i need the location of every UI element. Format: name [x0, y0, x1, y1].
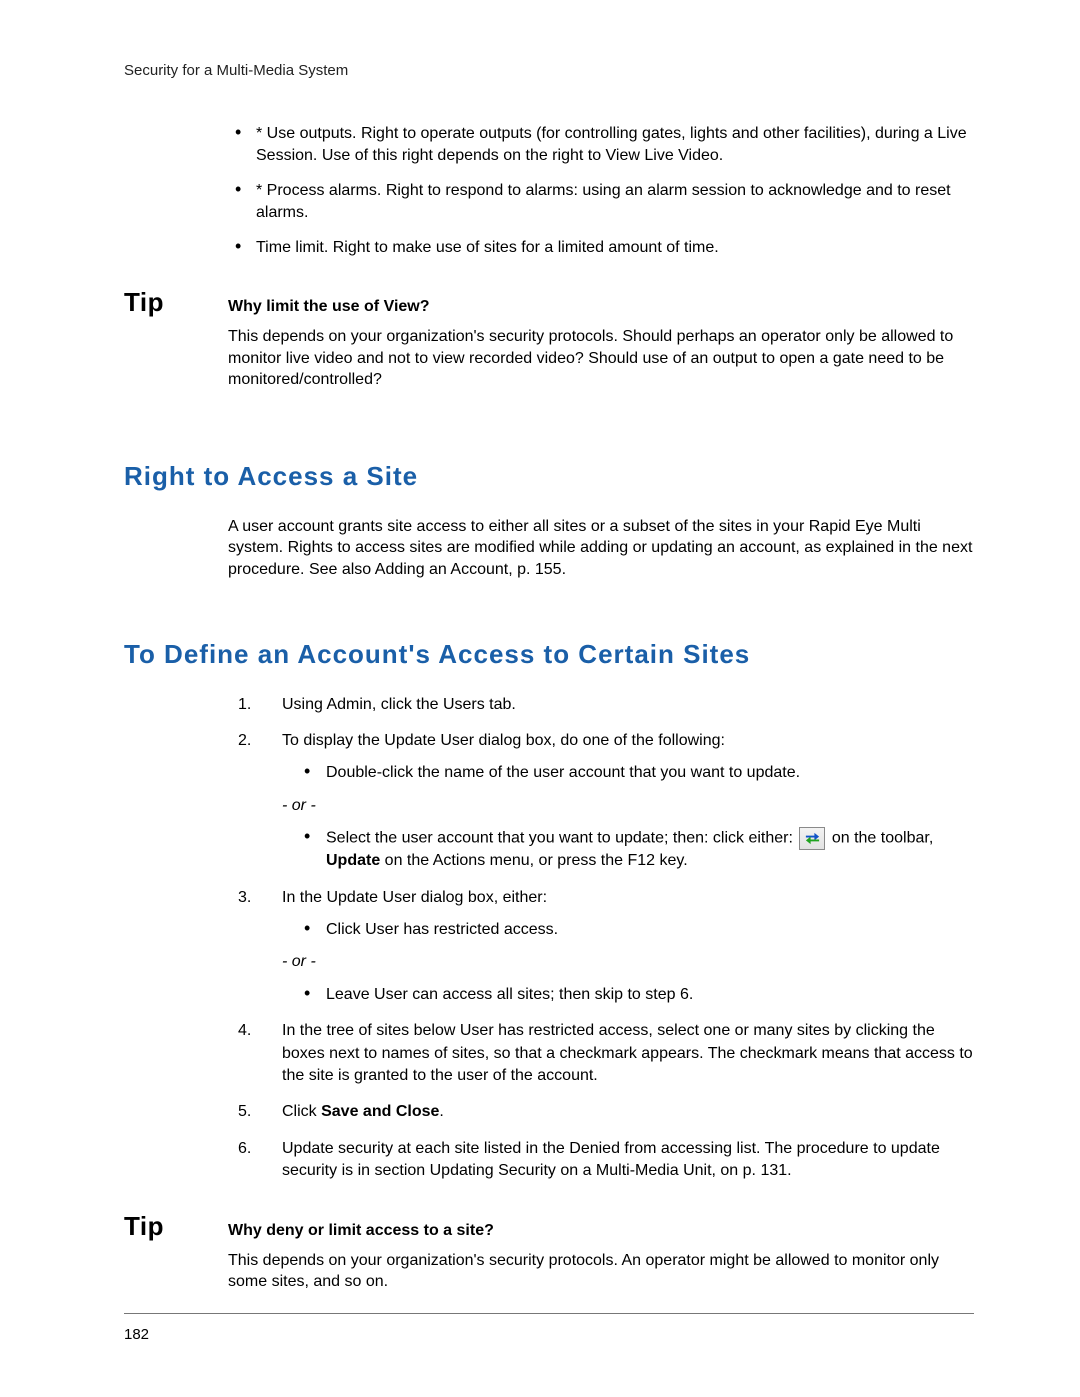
tip-title: Why limit the use of View?: [228, 298, 430, 316]
bullet-item: * Use outputs. Right to operate outputs …: [228, 123, 974, 166]
page-footer: 182: [124, 1313, 974, 1343]
bullet-item: Time limit. Right to make use of sites f…: [228, 237, 974, 259]
tip-body: This depends on your organization's secu…: [228, 326, 974, 391]
tip-label: Tip: [124, 287, 228, 318]
or-separator: - or -: [282, 795, 974, 817]
step-item: In the tree of sites below User has rest…: [228, 1020, 974, 1087]
top-bullets-list: * Use outputs. Right to operate outputs …: [228, 123, 974, 259]
tip-label: Tip: [124, 1211, 228, 1242]
step-item: Using Admin, click the Users tab.: [228, 694, 974, 716]
tip-title: Why deny or limit access to a site?: [228, 1222, 494, 1240]
bold-text: Save and Close: [321, 1103, 439, 1120]
section-heading-access: Right to Access a Site: [124, 461, 974, 492]
page: Security for a Multi-Media System * Use …: [0, 0, 1080, 1397]
section-heading-define: To Define an Account's Access to Certain…: [124, 639, 974, 670]
steps-list: Using Admin, click the Users tab. To dis…: [228, 694, 974, 1183]
sub-bullet-item: Double-click the name of the user accoun…: [282, 762, 974, 784]
sub-bullet-item: Select the user account that you want to…: [282, 827, 974, 873]
sub-bullets: Click User has restricted access.: [282, 919, 974, 941]
step-item: Click Save and Close.: [228, 1101, 974, 1123]
step-text: In the Update User dialog box, either:: [282, 889, 547, 906]
bullet-item: * Process alarms. Right to respond to al…: [228, 180, 974, 223]
top-bullets-block: * Use outputs. Right to operate outputs …: [228, 123, 974, 259]
tip-block-1: Tip Why limit the use of View?: [124, 287, 974, 318]
tip-body: This depends on your organization's secu…: [228, 1250, 974, 1293]
step-text: .: [439, 1103, 443, 1120]
tip-block-2: Tip Why deny or limit access to a site?: [124, 1211, 974, 1242]
page-number: 182: [124, 1326, 149, 1343]
sub-bullet-text: on the toolbar,: [832, 830, 933, 847]
running-head: Security for a Multi-Media System: [124, 62, 974, 79]
step-text: Click: [282, 1103, 321, 1120]
step-item: Update security at each site listed in t…: [228, 1138, 974, 1183]
sub-bullet-text: on the Actions menu, or press the F12 ke…: [380, 852, 687, 869]
section-paragraph: A user account grants site access to eit…: [228, 516, 974, 581]
refresh-swap-icon: [799, 827, 825, 850]
sub-bullets: Leave User can access all sites; then sk…: [282, 984, 974, 1006]
or-separator: - or -: [282, 951, 974, 973]
sub-bullets: Select the user account that you want to…: [282, 827, 974, 873]
step-item: In the Update User dialog box, either: C…: [228, 887, 974, 1007]
bold-text: Update: [326, 852, 380, 869]
sub-bullet-text: Select the user account that you want to…: [326, 830, 797, 847]
sub-bullet-item: Click User has restricted access.: [282, 919, 974, 941]
step-text: To display the Update User dialog box, d…: [282, 732, 725, 749]
step-item: To display the Update User dialog box, d…: [228, 730, 974, 873]
sub-bullet-item: Leave User can access all sites; then sk…: [282, 984, 974, 1006]
sub-bullets: Double-click the name of the user accoun…: [282, 762, 974, 784]
